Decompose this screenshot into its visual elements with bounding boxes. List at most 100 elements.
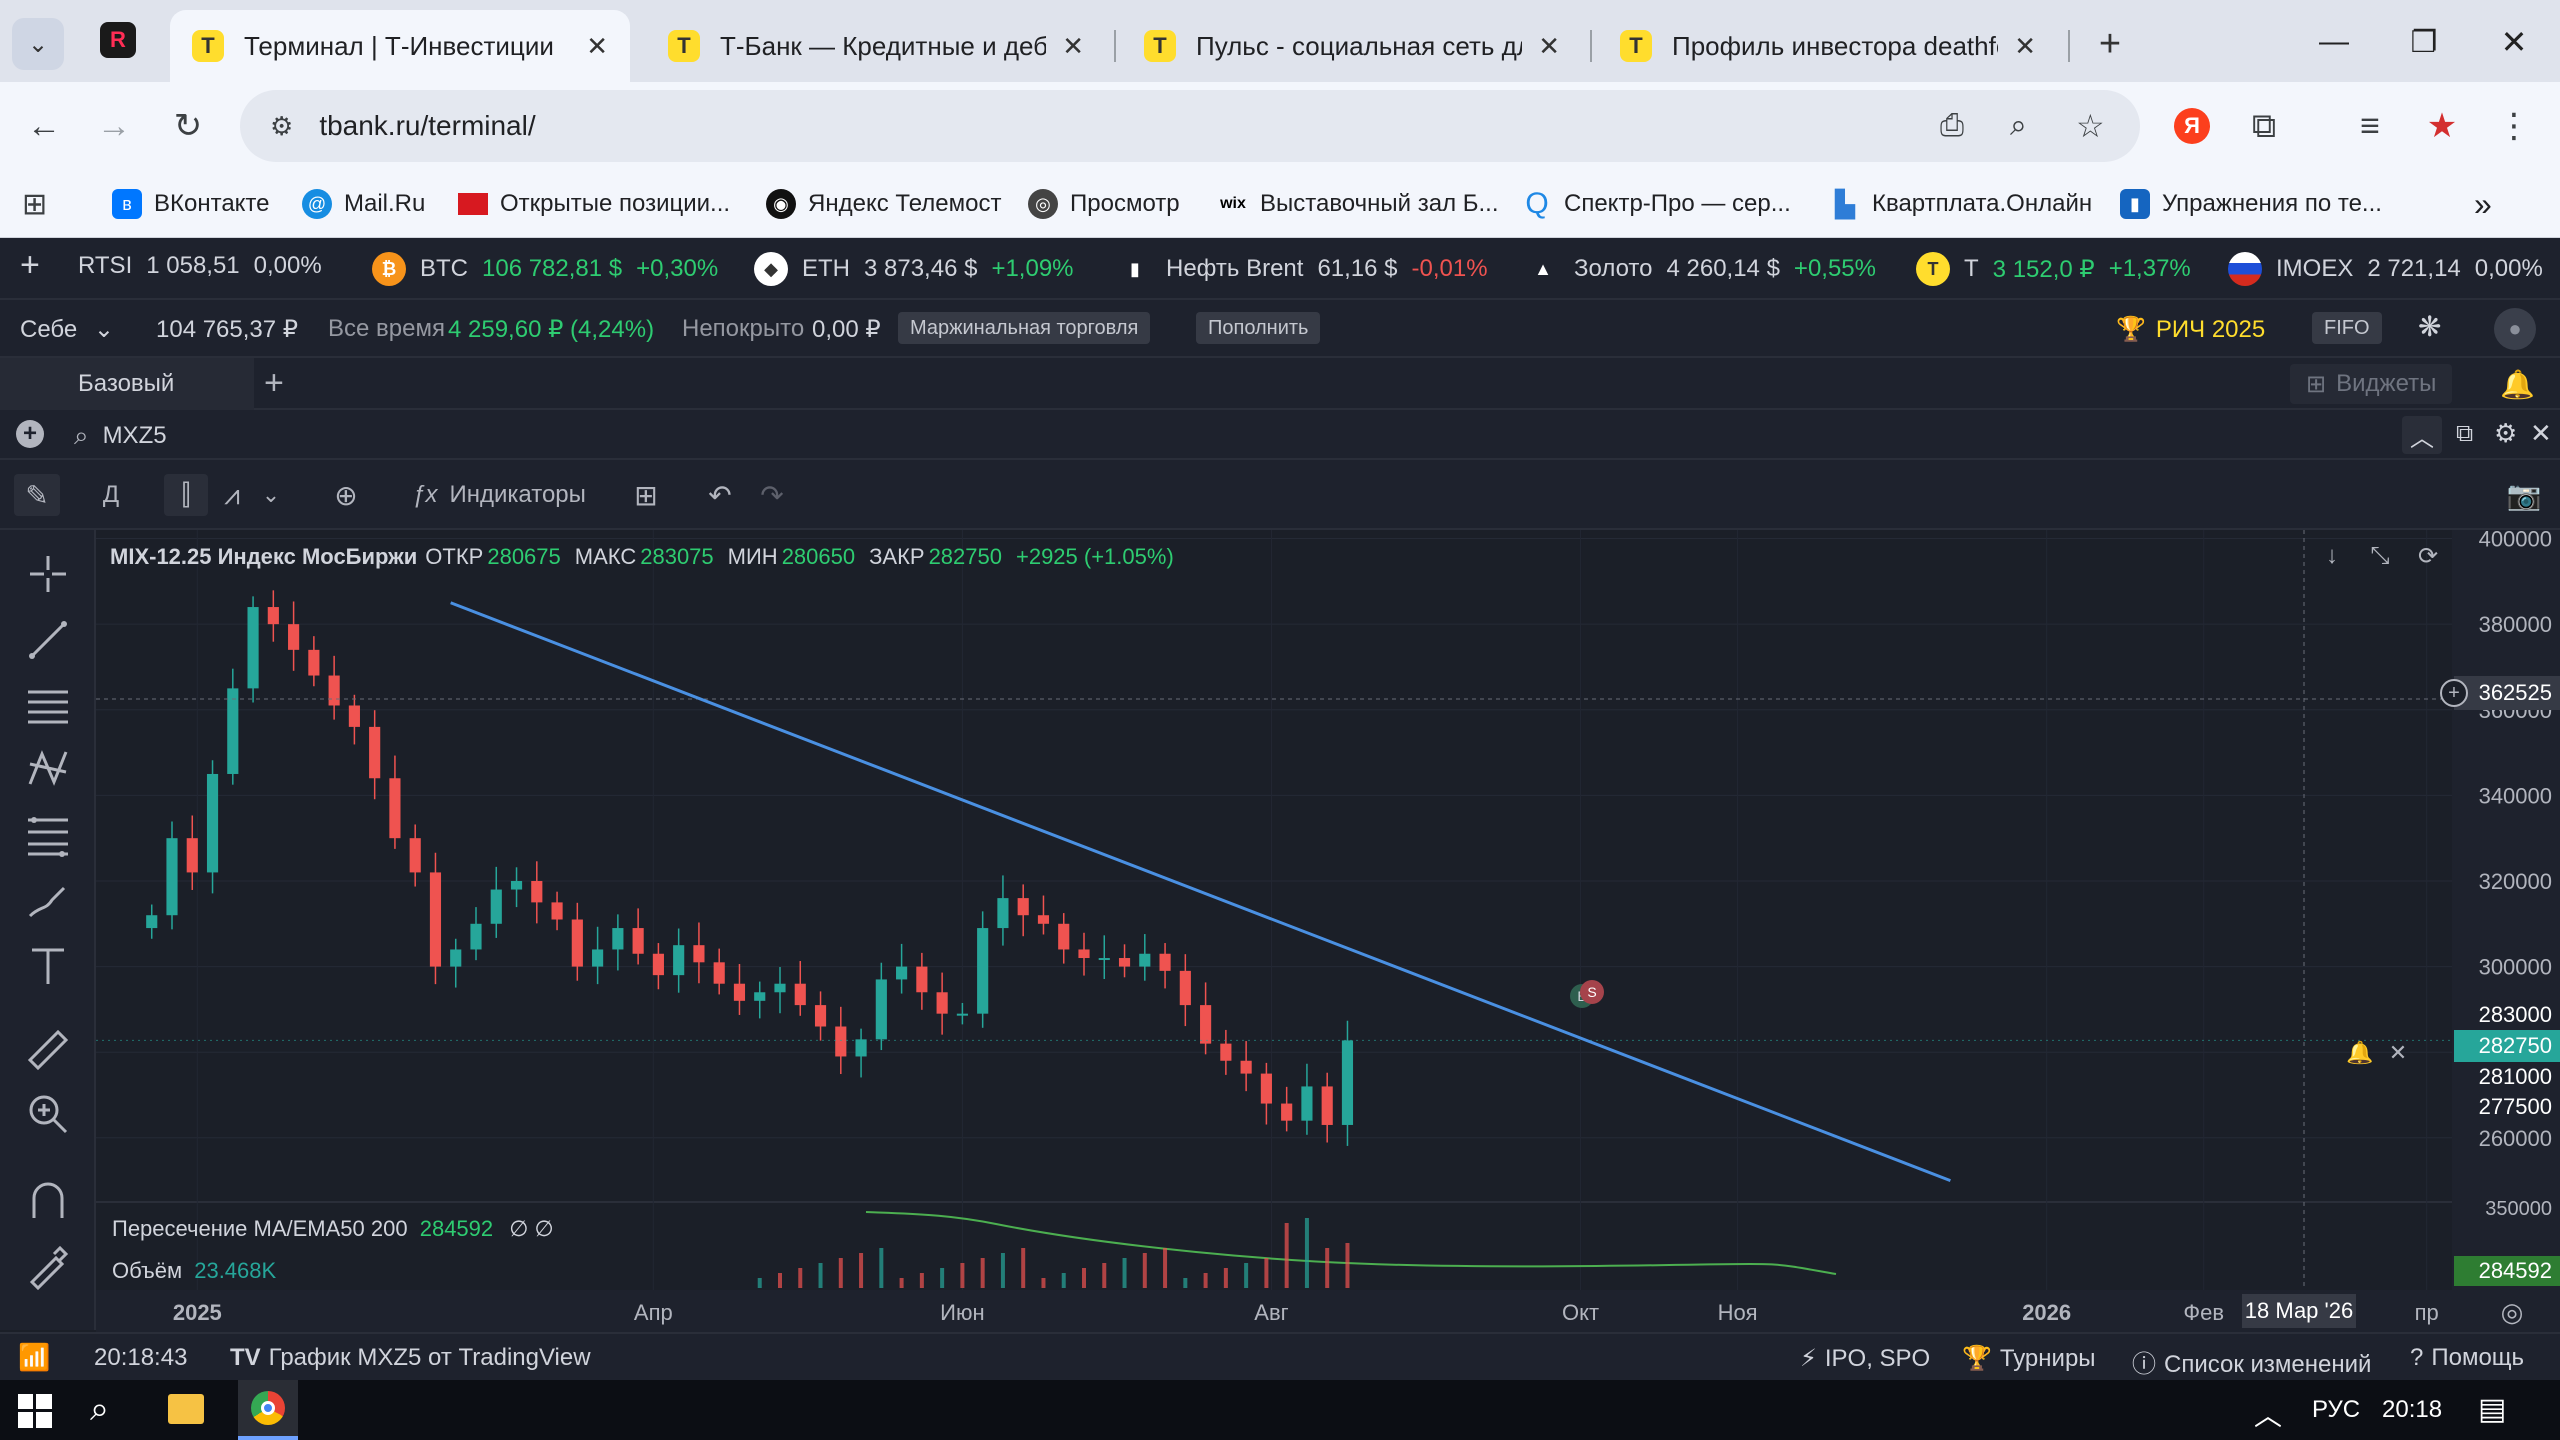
language-indicator[interactable]: РУС (2312, 1396, 2360, 1424)
bookmark-item[interactable]: Открытые позиции... (458, 184, 730, 224)
axis-settings-button[interactable]: ◎ (2492, 1294, 2532, 1330)
fifo-badge[interactable]: FIFO (2312, 312, 2382, 344)
favorite-extension-button[interactable]: ★ (2416, 100, 2468, 152)
bookmark-item[interactable]: wix Выставочный зал Б... (1218, 184, 1498, 224)
candles-type-button[interactable]: ⫿ (164, 474, 208, 516)
changelog-link[interactable]: ⓘ Список изменений (2132, 1344, 2371, 1379)
menu-button[interactable]: ⋮ (2488, 100, 2540, 152)
address-bar[interactable]: ⚙ tbank.ru/terminal/ ⎙ ⌕ ☆ (240, 90, 2140, 162)
zoom-icon[interactable]: ⌕ (2010, 109, 2027, 143)
buy-sell-marker[interactable]: B S (1570, 980, 1606, 1010)
rich-2025-badge[interactable]: 🏆 РИЧ 2025 (2116, 315, 2265, 344)
crosshair-plus-icon[interactable]: + (2440, 679, 2468, 707)
horizontal-lines-tool-icon[interactable] (24, 680, 72, 728)
fullscreen-button[interactable]: ⤡ (2362, 538, 2398, 574)
close-icon[interactable]: ✕ (2014, 31, 2036, 62)
ticker-item-imoex[interactable]: IMOEX 2 721,14 0,00% (2228, 252, 2543, 286)
price-chart-svg[interactable]: 2600002800003000003200003400003600003800… (96, 530, 2560, 1332)
avatar[interactable]: ● (2494, 308, 2536, 350)
lock-drawing-tool-icon[interactable] (24, 1242, 72, 1290)
widgets-button[interactable]: ⊞ Виджеты (2290, 364, 2453, 404)
crosshair-tool-icon[interactable] (24, 550, 72, 598)
trendline-tool-icon[interactable] (24, 616, 72, 664)
tab-profile[interactable]: T Профиль инвестора deathfeel ✕ (1598, 10, 2058, 82)
text-tool-icon[interactable] (24, 942, 72, 990)
redo-button[interactable]: ↷ (752, 474, 792, 516)
restore-button[interactable]: ❐ (2396, 20, 2452, 64)
price-alert-button[interactable]: 🔔 (2346, 1028, 2374, 1078)
bookmark-item[interactable]: ◉ Яндекс Телемост (766, 184, 1001, 224)
indicators-button[interactable]: ƒx Индикаторы (404, 474, 594, 516)
tab-terminal[interactable]: T Терминал | Т-Инвестиции ✕ (170, 10, 630, 82)
more-bookmarks-button[interactable]: » (2474, 184, 2492, 224)
bookmark-item[interactable]: ◎ Просмотр (1028, 184, 1180, 224)
area-type-button[interactable]: ⩘ (212, 474, 252, 516)
ticker-item-brent[interactable]: ▮ Нефть Brent 61,16 $ -0,01% (1118, 252, 1488, 286)
tray-chevron-button[interactable]: ︿ (2254, 1394, 2282, 1434)
minimize-button[interactable]: — (2306, 20, 2362, 64)
bookmark-item[interactable]: ▙ Квартплата.Онлайн (1830, 184, 2092, 224)
apps-button[interactable]: ⊞ (22, 184, 47, 224)
media-button[interactable]: ≡ (2344, 100, 2396, 152)
brush-tool-icon[interactable] (24, 876, 72, 924)
collapse-button[interactable]: ︿ (2402, 416, 2442, 454)
account-selector[interactable]: Себе ⌄ (20, 315, 114, 344)
margin-trading-button[interactable]: Маржинальная торговля (898, 312, 1151, 344)
ticker-item-eth[interactable]: ◆ ETH 3 873,46 $ +1,09% (754, 252, 1074, 286)
window-close-button[interactable]: ✕ (2486, 20, 2542, 64)
deposit-button[interactable]: Пополнить (1196, 312, 1321, 344)
ticker-item-t[interactable]: T T 3 152,0 ₽ +1,37% (1916, 252, 2191, 286)
ticker-item-btc[interactable]: ₿ BTC 106 782,81 $ +0,30% (372, 252, 718, 286)
ticker-item-rtsi[interactable]: RTSI 1 058,51 0,00% (78, 252, 322, 280)
fib-tool-icon[interactable] (24, 810, 72, 858)
chart-type-dropdown[interactable]: ⌄ (258, 474, 284, 516)
screenshot-button[interactable]: 📷 (2502, 474, 2546, 516)
interval-button[interactable]: Д (94, 474, 128, 516)
reset-chart-button[interactable]: ⟳ (2410, 538, 2446, 574)
start-button[interactable] (18, 1394, 52, 1428)
add-ticker-button[interactable]: + (20, 246, 40, 285)
url-text[interactable]: tbank.ru/terminal/ (319, 110, 535, 142)
alert-close-button[interactable]: ✕ (2384, 1028, 2412, 1078)
search-button[interactable]: ⌕ (90, 1390, 109, 1429)
widget-settings-button[interactable]: ⚙ (2494, 418, 2517, 449)
magnet-tool-icon[interactable] (24, 1176, 72, 1224)
bookmark-item[interactable]: @ Mail.Ru (302, 184, 425, 224)
tab-basic[interactable]: Базовый (0, 358, 254, 410)
price-chart[interactable]: 2600002800003000003200003400003600003800… (96, 530, 2560, 1332)
search-input[interactable]: MXZ5 (103, 422, 167, 450)
bookmark-item[interactable]: Q Спектр-Про — сер... (1522, 184, 1790, 224)
bookmark-item[interactable]: в ВКонтакте (112, 184, 270, 224)
help-link[interactable]: ? Помощь (2410, 1344, 2524, 1372)
chrome-button[interactable] (238, 1380, 298, 1440)
ticker-item-gold[interactable]: ▲ Золото 4 260,14 $ +0,55% (1526, 252, 1876, 286)
tab-puls[interactable]: T Пульс - социальная сеть для и ✕ (1122, 10, 1582, 82)
bookmark-item[interactable]: ▮ Упражнения по те... (2120, 184, 2382, 224)
compare-button[interactable]: ⊕ (326, 474, 366, 516)
tab-search-button[interactable]: ⌄ (12, 18, 64, 70)
ipo-link[interactable]: ⚡ IPO, SPO (1800, 1344, 1930, 1373)
forward-button[interactable]: → (88, 100, 140, 152)
pattern-tool-icon[interactable] (24, 744, 72, 792)
explorer-button[interactable] (168, 1394, 204, 1424)
tab-tbank[interactable]: T Т-Банк — Кредитные и дебетс ✕ (646, 10, 1106, 82)
settings-button[interactable]: ❋ (2418, 310, 2441, 343)
popout-button[interactable]: ⧉ (2456, 420, 2473, 448)
widget-close-button[interactable]: ✕ (2530, 418, 2552, 449)
pinned-tab-r[interactable]: R (100, 22, 136, 58)
back-button[interactable]: ← (18, 100, 70, 152)
ruler-tool-icon[interactable] (24, 1026, 72, 1074)
symbol-search[interactable]: ⌕ MXZ5 (74, 420, 167, 452)
add-workspace-button[interactable]: + (264, 364, 284, 403)
undo-button[interactable]: ↶ (700, 474, 740, 516)
zoom-tool-icon[interactable] (24, 1090, 72, 1138)
install-app-icon[interactable]: ⎙ (1940, 109, 1964, 143)
tournaments-link[interactable]: 🏆 Турниры (1962, 1344, 2096, 1373)
new-tab-button[interactable]: + (2084, 18, 2136, 70)
tradingview-link[interactable]: TV График MXZ5 от TradingView (230, 1344, 591, 1372)
notifications-center-button[interactable]: ▤ (2478, 1392, 2506, 1427)
clock[interactable]: 20:18 (2382, 1396, 2442, 1424)
notifications-button[interactable]: 🔔 (2500, 368, 2535, 401)
add-widget-button[interactable]: + (16, 420, 44, 448)
layouts-button[interactable]: ⊞ (626, 474, 666, 516)
